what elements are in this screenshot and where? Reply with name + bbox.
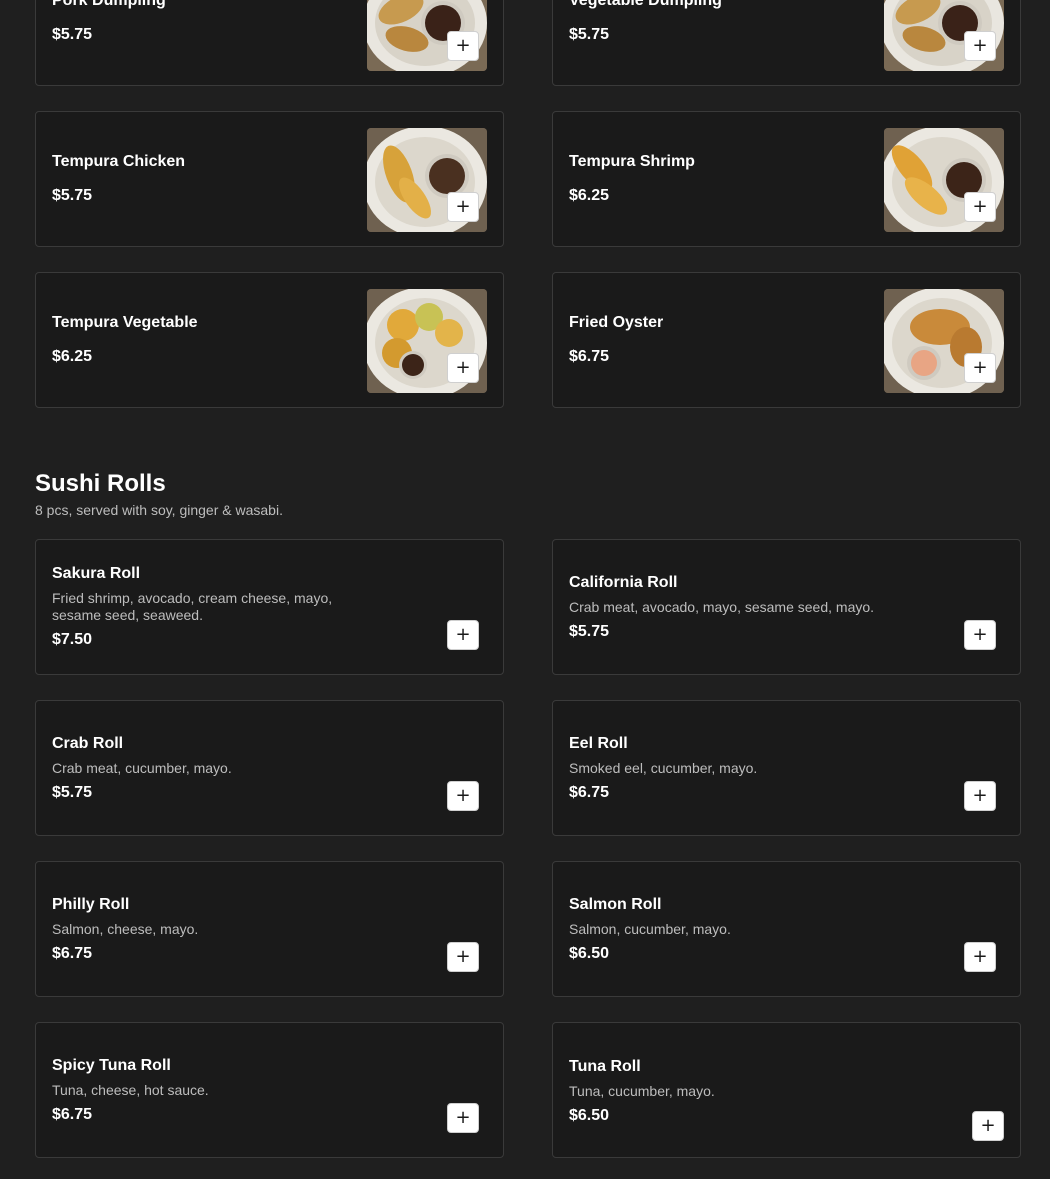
add-to-cart-button[interactable]: +	[964, 353, 996, 383]
plus-icon: +	[455, 624, 471, 645]
plus-icon: +	[455, 357, 471, 378]
menu-item-name: California Roll	[569, 573, 678, 591]
menu-item-card[interactable]: Tuna Roll Tuna, cucumber, mayo. $6.50 +	[552, 1022, 1021, 1158]
plus-icon: +	[972, 35, 988, 56]
menu-item-description: Crab meat, cucumber, mayo.	[52, 759, 232, 776]
menu-item-price: $6.25	[52, 348, 93, 365]
menu-item-description: Tuna, cucumber, mayo.	[569, 1083, 715, 1099]
menu-item-description: Smoked eel, cucumber, mayo.	[569, 759, 758, 776]
menu-item-price: $5.75	[52, 26, 93, 43]
plus-icon: +	[455, 1107, 471, 1128]
plus-icon: +	[455, 35, 471, 56]
menu-item-name: Sakura Roll	[52, 565, 141, 582]
appetizer-grid: Pork Dumpling $5.75 + Vegetable Dumpling	[35, 0, 1021, 408]
menu-item-card[interactable]: Tempura Vegetable $6.25 +	[35, 272, 504, 408]
add-to-cart-button[interactable]: +	[447, 31, 479, 61]
menu-item-name: Crab Roll	[52, 734, 124, 752]
menu-item-name: Vegetable Dumpling	[569, 0, 722, 9]
menu-item-card[interactable]: Crab Roll Crab meat, cucumber, mayo. $5.…	[35, 700, 504, 836]
section-subtitle: 8 pcs, served with soy, ginger & wasabi.	[35, 502, 283, 518]
menu-item-description: Salmon, cheese, mayo.	[52, 920, 199, 937]
menu-item-info: Tempura Shrimp $6.25	[569, 112, 859, 246]
menu-item-info: Eel Roll Smoked eel, cucumber, mayo. $6.…	[569, 701, 859, 835]
menu-item-info: California Roll Crab meat, avocado, mayo…	[569, 540, 949, 674]
menu-item-price: $5.75	[52, 187, 93, 204]
menu-item-name: Tempura Chicken	[52, 153, 186, 170]
sushi-rolls-grid: Sakura Roll Fried shrimp, avocado, cream…	[35, 539, 1021, 1158]
plus-icon: +	[972, 946, 988, 967]
add-to-cart-button[interactable]: +	[972, 1111, 1004, 1141]
menu-item-name: Eel Roll	[569, 734, 628, 752]
menu-item-card[interactable]: Tempura Chicken $5.75 +	[35, 111, 504, 247]
menu-item-card[interactable]: Salmon Roll Salmon, cucumber, mayo. $6.5…	[552, 861, 1021, 997]
menu-item-info: Pork Dumpling $5.75	[52, 0, 342, 85]
menu-item-card[interactable]: Spicy Tuna Roll Tuna, cheese, hot sauce.…	[35, 1022, 504, 1158]
plus-icon: +	[455, 196, 471, 217]
menu-item-info: Tempura Chicken $5.75	[52, 112, 342, 246]
menu-item-card[interactable]: Tempura Shrimp $6.25 +	[552, 111, 1021, 247]
menu-item-price: $6.25	[569, 187, 610, 204]
menu-item-name: Tuna Roll	[569, 1058, 641, 1075]
add-to-cart-button[interactable]: +	[447, 1103, 479, 1133]
menu-item-info: Crab Roll Crab meat, cucumber, mayo. $5.…	[52, 701, 342, 835]
section-header-sushi-rolls: Sushi Rolls 8 pcs, served with soy, ging…	[35, 470, 283, 519]
menu-item-price: $6.75	[52, 1105, 93, 1123]
add-to-cart-button[interactable]: +	[964, 942, 996, 972]
menu-item-name: Salmon Roll	[569, 895, 662, 913]
menu-item-card[interactable]: Eel Roll Smoked eel, cucumber, mayo. $6.…	[552, 700, 1021, 836]
plus-icon: +	[972, 624, 988, 645]
menu-item-price: $6.75	[569, 783, 610, 801]
menu-item-description: Crab meat, avocado, mayo, sesame seed, m…	[569, 598, 875, 615]
menu-item-name: Pork Dumpling	[52, 0, 166, 9]
menu-item-info: Spicy Tuna Roll Tuna, cheese, hot sauce.…	[52, 1023, 342, 1157]
menu-item-name: Spicy Tuna Roll	[52, 1056, 171, 1074]
menu-item-price: $6.50	[569, 944, 610, 962]
menu-item-price: $6.75	[569, 348, 610, 365]
menu-item-info: Salmon Roll Salmon, cucumber, mayo. $6.5…	[569, 862, 859, 996]
menu-item-description: Salmon, cucumber, mayo.	[569, 920, 731, 937]
menu-item-name: Fried Oyster	[569, 314, 664, 331]
menu-item-info: Fried Oyster $6.75	[569, 273, 859, 407]
add-to-cart-button[interactable]: +	[964, 31, 996, 61]
menu-item-card[interactable]: Fried Oyster $6.75 +	[552, 272, 1021, 408]
plus-icon: +	[980, 1115, 996, 1136]
menu-item-name: Tempura Vegetable	[52, 314, 198, 331]
menu-item-info: Tuna Roll Tuna, cucumber, mayo. $6.50	[569, 1023, 859, 1157]
add-to-cart-button[interactable]: +	[447, 781, 479, 811]
menu-item-price: $5.75	[569, 622, 610, 640]
menu-item-card[interactable]: Sakura Roll Fried shrimp, avocado, cream…	[35, 539, 504, 675]
menu-item-description: Tuna, cheese, hot sauce.	[52, 1081, 209, 1098]
menu-item-price: $6.75	[52, 944, 93, 962]
menu-item-card[interactable]: California Roll Crab meat, avocado, mayo…	[552, 539, 1021, 675]
add-to-cart-button[interactable]: +	[964, 192, 996, 222]
menu-item-name: Tempura Shrimp	[569, 153, 695, 170]
plus-icon: +	[455, 785, 471, 806]
plus-icon: +	[972, 785, 988, 806]
plus-icon: +	[455, 946, 471, 967]
add-to-cart-button[interactable]: +	[447, 353, 479, 383]
menu-item-card[interactable]: Vegetable Dumpling $5.75 +	[552, 0, 1021, 86]
menu-item-info: Tempura Vegetable $6.25	[52, 273, 342, 407]
menu-item-card[interactable]: Philly Roll Salmon, cheese, mayo. $6.75 …	[35, 861, 504, 997]
menu-item-description: Fried shrimp, avocado, cream cheese, may…	[52, 590, 333, 623]
menu-item-price: $7.50	[52, 631, 93, 648]
menu-item-name: Philly Roll	[52, 895, 130, 913]
menu-item-price: $5.75	[52, 783, 93, 801]
add-to-cart-button[interactable]: +	[447, 620, 479, 650]
menu-item-info: Sakura Roll Fried shrimp, avocado, cream…	[52, 540, 372, 674]
add-to-cart-button[interactable]: +	[964, 781, 996, 811]
menu-item-card[interactable]: Pork Dumpling $5.75 +	[35, 0, 504, 86]
menu-item-info: Philly Roll Salmon, cheese, mayo. $6.75	[52, 862, 342, 996]
menu-item-price: $5.75	[569, 26, 610, 43]
section-title: Sushi Rolls	[35, 470, 166, 497]
add-to-cart-button[interactable]: +	[964, 620, 996, 650]
menu-page: Pork Dumpling $5.75 + Vegetable Dumpling	[0, 0, 1050, 1179]
plus-icon: +	[972, 357, 988, 378]
add-to-cart-button[interactable]: +	[447, 942, 479, 972]
menu-item-price: $6.50	[569, 1107, 610, 1124]
plus-icon: +	[972, 196, 988, 217]
menu-item-info: Vegetable Dumpling $5.75	[569, 0, 859, 85]
add-to-cart-button[interactable]: +	[447, 192, 479, 222]
